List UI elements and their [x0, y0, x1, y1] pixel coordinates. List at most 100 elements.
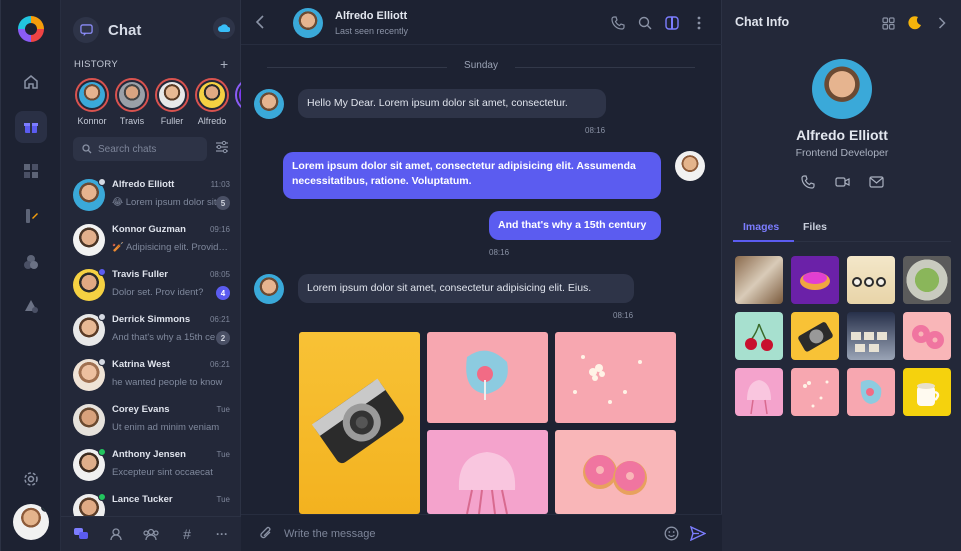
user-avatar[interactable]	[13, 504, 49, 540]
gallery-image[interactable]	[903, 312, 951, 360]
home-icon[interactable]	[15, 66, 47, 98]
shared-image-lollipop[interactable]	[427, 332, 548, 423]
chevron-right-icon[interactable]	[934, 15, 950, 31]
search-icon[interactable]	[637, 15, 653, 31]
unread-badge: 4	[216, 286, 230, 300]
call-icon[interactable]	[800, 174, 816, 190]
story-item[interactable]: Konnor	[75, 78, 109, 126]
story-name: Konnor	[77, 116, 107, 126]
emoji-icon[interactable]	[664, 526, 679, 541]
status-dot	[98, 493, 106, 501]
gallery-image[interactable]	[847, 256, 895, 304]
chat-app: Chat HISTORY + Konnor Travis Fuller Alfr…	[0, 0, 961, 551]
gallery-image[interactable]	[791, 312, 839, 360]
group-icon[interactable]	[142, 525, 160, 543]
info-tabs: Images Files	[733, 218, 951, 242]
message-time: Tue	[216, 450, 231, 459]
add-story-button[interactable]: +	[220, 56, 228, 72]
shared-image-donuts[interactable]	[555, 430, 676, 514]
tab-images[interactable]: Images	[743, 221, 779, 233]
conversation-item[interactable]: Katrina West 06:21 he wanted people to k…	[61, 352, 241, 397]
tab-files[interactable]: Files	[803, 221, 827, 233]
circles-icon[interactable]	[15, 246, 47, 278]
status-dot	[98, 313, 106, 321]
gallery-image[interactable]	[735, 256, 783, 304]
conversation-item[interactable]: Alfredo Elliott 11:03 😂 Lorem ipsum dolo…	[61, 172, 241, 217]
chat-bubble-icon	[73, 17, 99, 43]
story-name: Fuller	[160, 116, 184, 126]
contact-avatar	[73, 178, 106, 211]
shapes-icon[interactable]	[15, 290, 47, 322]
send-icon[interactable]	[690, 526, 706, 541]
contact-avatar	[73, 224, 105, 256]
chat-info-panel: Chat Info Alfredo Elliott Frontend Devel…	[722, 0, 961, 551]
status-dot	[98, 178, 106, 186]
story-item[interactable]: Alfredo	[195, 78, 229, 126]
conversation-item[interactable]: Konnor Guzman 09:16 🏏 Adipisicing elit. …	[61, 217, 241, 262]
message-preview: Dolor set. Prov ident?	[112, 287, 204, 298]
more-icon[interactable]: ···	[213, 525, 231, 543]
icon-rail	[1, 0, 61, 551]
conversation-item[interactable]: Anthony Jensen Tue Excepteur sint occaec…	[61, 442, 241, 487]
gallery-image[interactable]	[735, 312, 783, 360]
shared-image-camera[interactable]	[299, 332, 420, 514]
contact-avatar	[73, 404, 105, 436]
contact-name: Corey Evans	[112, 404, 170, 415]
apps-icon[interactable]	[880, 15, 896, 31]
phone-icon[interactable]	[610, 15, 626, 31]
message-bubble-incoming: Lorem ipsum dolor sit amet, consectetur …	[298, 274, 634, 303]
cloud-icon[interactable]	[213, 17, 235, 39]
search-box	[73, 137, 207, 161]
gallery-image[interactable]	[903, 368, 951, 416]
story-item[interactable]: Travis	[115, 78, 149, 126]
conversation-item[interactable]: Derrick Simmons 06:21 And that's why a 1…	[61, 307, 241, 352]
tools-icon[interactable]	[15, 200, 47, 232]
contact-name: Lance Tucker	[112, 494, 173, 505]
user-icon[interactable]	[107, 525, 125, 543]
hash-icon[interactable]: #	[178, 525, 196, 543]
moon-icon[interactable]	[907, 15, 923, 31]
message-time: 09:16	[209, 225, 230, 234]
gallery-image[interactable]	[903, 256, 951, 304]
search-icon	[82, 144, 92, 154]
gallery-image[interactable]	[847, 368, 895, 416]
story-avatar	[75, 78, 109, 112]
more-vertical-icon[interactable]	[691, 15, 707, 31]
story-avatar	[155, 78, 189, 112]
conversation-item[interactable]: Travis Fuller 08:05 Dolor set. Prov iden…	[61, 262, 241, 307]
story-avatar	[115, 78, 149, 112]
attach-icon[interactable]	[259, 526, 273, 541]
mail-icon[interactable]	[868, 174, 884, 190]
video-icon[interactable]	[834, 174, 850, 190]
sidebar-toggle-icon[interactable]	[664, 15, 680, 31]
contact-name: Anthony Jensen	[112, 449, 186, 460]
contact-avatar	[73, 268, 106, 301]
gallery-image[interactable]	[735, 368, 783, 416]
chat-info-title: Chat Info	[735, 15, 790, 29]
message-input[interactable]	[284, 525, 644, 543]
contact-name: Konnor Guzman	[112, 224, 186, 235]
chats-icon[interactable]	[72, 525, 90, 543]
gallery-image[interactable]	[791, 256, 839, 304]
story-item[interactable]: Fuller	[155, 78, 189, 126]
contact-status: Last seen recently	[335, 26, 409, 36]
story-row: Konnor Travis Fuller Alfredo	[71, 78, 241, 128]
story-name: Alfredo	[197, 116, 227, 126]
gallery-image[interactable]	[847, 312, 895, 360]
filter-icon[interactable]	[215, 140, 229, 154]
shared-image-chair[interactable]	[427, 430, 548, 514]
sender-avatar	[254, 274, 284, 304]
gift-icon[interactable]	[15, 111, 47, 143]
conversation-list: Alfredo Elliott 11:03 😂 Lorem ipsum dolo…	[61, 172, 241, 532]
settings-icon[interactable]	[15, 463, 47, 495]
conversation-item[interactable]: Corey Evans Tue Ut enim ad minim veniam	[61, 397, 241, 442]
back-icon[interactable]	[255, 15, 265, 29]
grid-icon[interactable]	[15, 155, 47, 187]
contact-avatar[interactable]	[293, 8, 323, 38]
chat-logo[interactable]	[16, 14, 46, 44]
message-time: Tue	[216, 405, 231, 414]
search-input[interactable]	[98, 143, 198, 155]
shared-image-popcorn[interactable]	[555, 332, 676, 423]
gallery-image[interactable]	[791, 368, 839, 416]
message-time: Tue	[216, 495, 231, 504]
